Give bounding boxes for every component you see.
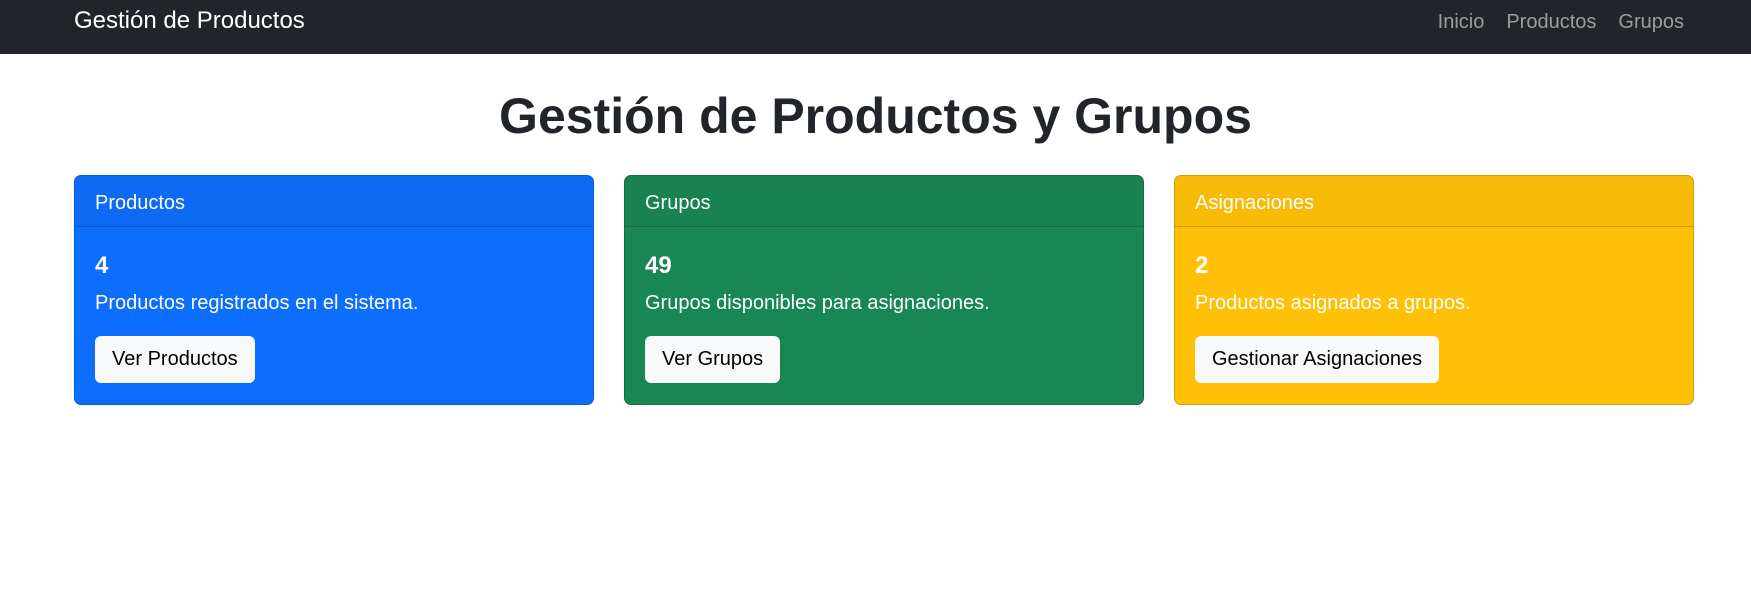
card-header: Productos <box>75 176 593 227</box>
card-count: 49 <box>645 252 672 279</box>
card-description: Grupos disponibles para asignaciones. <box>645 292 990 314</box>
card-body: 4 Productos registrados en el sistema. V… <box>75 227 593 383</box>
ver-productos-button[interactable]: Ver Productos <box>95 336 255 383</box>
card-header: Grupos <box>625 176 1143 227</box>
card-count: 2 <box>1195 252 1209 279</box>
card-row: Productos 4 Productos registrados en el … <box>74 175 1694 405</box>
card-grupos: Grupos 49 Grupos disponibles para asigna… <box>624 175 1144 405</box>
navbar-brand[interactable]: Gestión de Productos <box>74 6 305 36</box>
card-asignaciones: Asignaciones 2 Productos asignados a gru… <box>1174 175 1694 405</box>
card-productos: Productos 4 Productos registrados en el … <box>74 175 594 405</box>
card-body: 49 Grupos disponibles para asignaciones.… <box>625 227 1143 383</box>
page-title: Gestión de Productos y Grupos <box>499 88 1252 144</box>
card-header: Asignaciones <box>1175 176 1693 227</box>
card-description: Productos registrados en el sistema. <box>95 292 419 314</box>
nav-link-grupos[interactable]: Grupos <box>1618 9 1684 35</box>
nav-links: Inicio Productos Grupos <box>1438 9 1684 35</box>
navbar: Gestión de Productos Inicio Productos Gr… <box>0 0 1751 54</box>
nav-link-inicio[interactable]: Inicio <box>1438 9 1485 35</box>
ver-grupos-button[interactable]: Ver Grupos <box>645 336 781 383</box>
nav-link-productos[interactable]: Productos <box>1506 9 1596 35</box>
card-body: 2 Productos asignados a grupos. Gestiona… <box>1175 227 1693 383</box>
card-description: Productos asignados a grupos. <box>1195 292 1471 314</box>
gestionar-asignaciones-button[interactable]: Gestionar Asignaciones <box>1195 336 1440 383</box>
card-count: 4 <box>95 252 109 279</box>
